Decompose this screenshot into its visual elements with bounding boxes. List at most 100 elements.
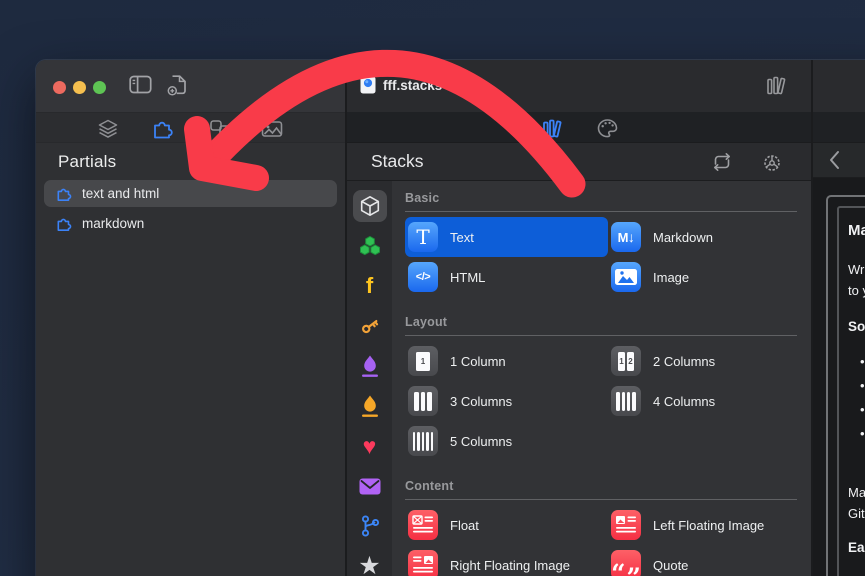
group-starred[interactable]: ★ xyxy=(347,546,392,576)
section-title: Layout xyxy=(405,315,797,329)
stack-item-label: 5 Columns xyxy=(450,434,512,449)
five-columns-icon xyxy=(408,426,438,456)
stack-item-quote[interactable]: “” Quote xyxy=(608,545,797,576)
section-divider xyxy=(405,335,797,336)
zoom-window-button[interactable] xyxy=(93,81,106,94)
group-facebook[interactable]: f xyxy=(347,266,392,306)
group-addons[interactable] xyxy=(347,226,392,266)
palette-tab-icon[interactable] xyxy=(594,116,620,140)
stack-item-1-column[interactable]: 1 1 Column xyxy=(405,341,608,381)
partials-list: text and html markdown xyxy=(36,180,345,576)
stacks-list: Basic T Text M↓ Markdown xyxy=(392,181,811,576)
bullet-item: • xyxy=(848,398,865,422)
selected-stack-outline[interactable]: Mar Writi to yo Som • • • • xyxy=(826,195,865,576)
green-cubes-icon xyxy=(358,234,382,258)
image-stack-icon xyxy=(611,262,641,292)
toggle-sidebar-icon[interactable] xyxy=(129,75,152,94)
stack-item-text[interactable]: T Text xyxy=(405,217,608,257)
partial-item-label: text and html xyxy=(82,186,159,201)
stack-item-4-columns[interactable]: 4 Columns xyxy=(608,381,797,421)
preview-bullet-list: • • • • xyxy=(848,350,865,446)
preview-paragraph: Mark GitH xyxy=(848,482,865,524)
group-all-stacks[interactable] xyxy=(347,186,392,226)
stack-item-3-columns[interactable]: 3 Columns xyxy=(405,381,608,421)
stack-item-markdown[interactable]: M↓ Markdown xyxy=(608,217,797,257)
edit-preview-pane: Mar Writi to yo Som • • • • xyxy=(813,60,865,576)
group-flame-orange[interactable] xyxy=(347,386,392,426)
document-title-group: fff.stacks xyxy=(360,76,442,94)
partial-item-label: markdown xyxy=(82,216,144,231)
stack-item-label: 4 Columns xyxy=(653,394,715,409)
library-icon[interactable] xyxy=(766,75,789,96)
preview-line: to yo xyxy=(848,283,865,298)
stack-item-2-columns[interactable]: 12 2 Columns xyxy=(608,341,797,381)
stacks-header: Stacks xyxy=(347,143,811,181)
partial-item-markdown[interactable]: markdown xyxy=(44,210,337,237)
text-stack-icon: T xyxy=(408,222,438,252)
stack-item-5-columns[interactable]: 5 Columns xyxy=(405,421,608,461)
close-window-button[interactable] xyxy=(53,81,66,94)
preview-subheading: Easy xyxy=(848,540,865,555)
preview-tab-bar xyxy=(813,112,865,143)
stack-item-image[interactable]: Image xyxy=(608,257,797,297)
stack-item-label: 2 Columns xyxy=(653,354,715,369)
new-document-icon[interactable] xyxy=(167,75,189,96)
stack-item-left-floating-image[interactable]: Left Floating Image xyxy=(608,505,797,545)
heart-icon: ♥ xyxy=(363,435,377,458)
group-flame-purple[interactable] xyxy=(347,346,392,386)
cube-icon xyxy=(359,195,381,217)
sidebar-tab-bar xyxy=(36,112,345,143)
preview-line: Mark xyxy=(848,485,865,500)
templates-tab-icon[interactable] xyxy=(208,117,234,141)
stack-item-html[interactable]: </> HTML xyxy=(405,257,608,297)
four-columns-icon xyxy=(611,386,641,416)
key-icon xyxy=(358,314,382,338)
markdown-content-box: Mar Writi to yo Som • • • • xyxy=(837,206,865,576)
stack-item-label: Text xyxy=(450,230,474,245)
partials-tab-icon[interactable] xyxy=(150,117,176,141)
icon-glyph: 1 xyxy=(619,357,623,366)
html-stack-icon: </> xyxy=(408,262,438,292)
section-grid: 1 1 Column 12 2 Columns 3 Columns xyxy=(405,341,797,461)
stack-item-float[interactable]: Float xyxy=(405,505,608,545)
group-git[interactable] xyxy=(347,506,392,546)
sync-icon[interactable] xyxy=(710,151,734,173)
sidebar-section-header: Partials xyxy=(36,143,345,180)
partial-item-text-and-html[interactable]: text and html xyxy=(44,180,337,207)
stack-item-label: HTML xyxy=(450,270,485,285)
section-grid: Float Left Floating Image xyxy=(405,505,797,576)
group-api-key[interactable] xyxy=(347,306,392,346)
preview-bullet-list: • • xyxy=(848,569,865,576)
preview-heading: Mar xyxy=(848,222,865,239)
minimize-window-button[interactable] xyxy=(73,81,86,94)
preview-titlebar xyxy=(813,60,865,112)
layers-tab-icon[interactable] xyxy=(95,117,121,141)
back-chevron-icon[interactable] xyxy=(827,149,841,171)
bullet-item: • xyxy=(848,569,865,576)
stack-item-right-floating-image[interactable]: Right Floating Image xyxy=(405,545,608,576)
group-mail[interactable] xyxy=(347,466,392,506)
icon-glyph: </> xyxy=(416,271,430,283)
icon-glyph: 1 xyxy=(421,357,425,366)
library-tab-icon[interactable] xyxy=(540,116,566,140)
three-columns-icon xyxy=(408,386,438,416)
group-favorites[interactable]: ♥ xyxy=(347,426,392,466)
settings-gear-icon[interactable] xyxy=(760,151,784,175)
stack-item-label: Float xyxy=(450,518,479,533)
section-divider xyxy=(405,211,797,212)
section-title: Content xyxy=(405,479,797,493)
preview-line: GitH xyxy=(848,506,865,521)
float-stack-icon xyxy=(408,510,438,540)
section-content: Content Float xyxy=(405,479,797,576)
icon-glyph: ↓ xyxy=(628,229,635,245)
git-branch-icon xyxy=(359,514,381,538)
stacks-panel-title: Stacks xyxy=(371,151,424,172)
section-title: Basic xyxy=(405,191,797,205)
stacks-content: f ♥ xyxy=(347,181,811,576)
stack-item-label: 3 Columns xyxy=(450,394,512,409)
section-layout: Layout 1 1 Column 12 2 Columns xyxy=(405,315,797,461)
media-tab-icon[interactable] xyxy=(259,117,285,141)
document-title: fff.stacks xyxy=(383,78,442,93)
right-floating-image-icon xyxy=(408,550,438,576)
edit-canvas: Mar Writi to yo Som • • • • xyxy=(813,178,865,576)
